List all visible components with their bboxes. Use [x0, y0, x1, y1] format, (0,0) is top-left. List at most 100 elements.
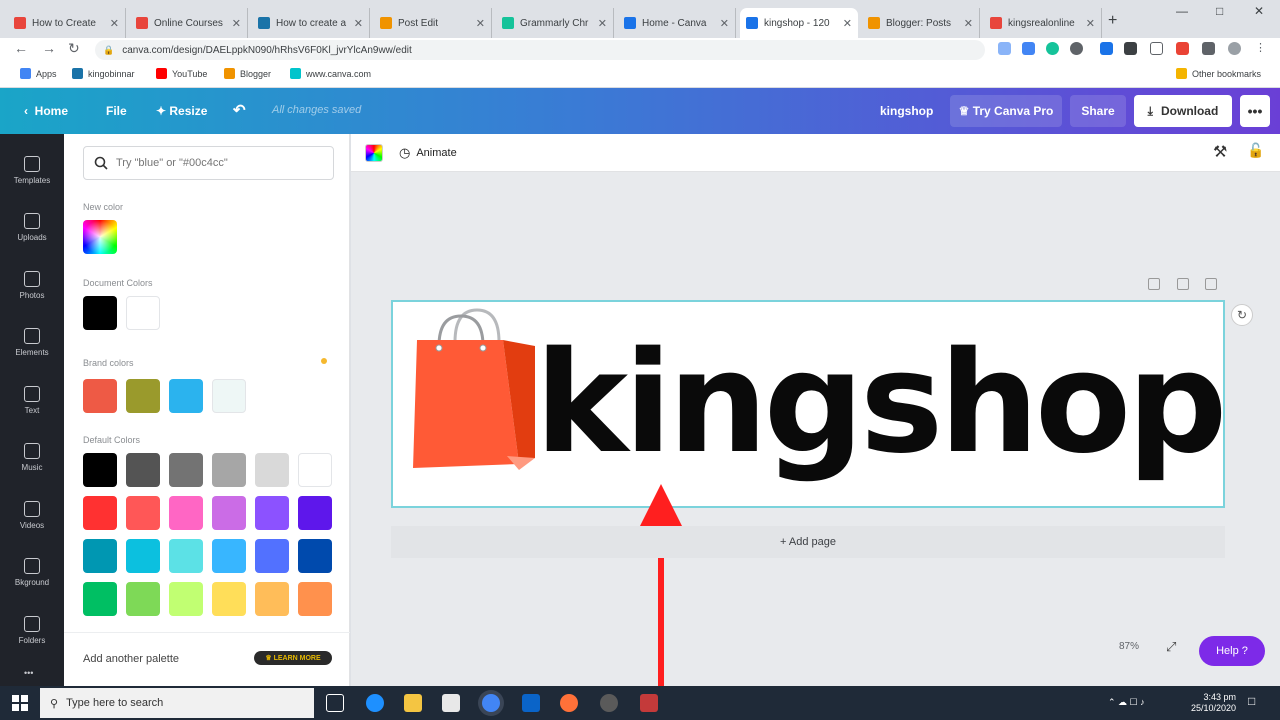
close-tab-icon[interactable]: ✕	[354, 17, 363, 30]
home-button[interactable]: ‹ Home	[24, 104, 68, 118]
mail-icon[interactable]	[522, 694, 540, 712]
browser-tab[interactable]: kingshop - 120 ✕	[740, 8, 858, 38]
undo-icon[interactable]: ↶	[233, 101, 246, 119]
animate-button[interactable]: ◷ Animate	[399, 145, 457, 161]
windows-start-icon[interactable]	[12, 695, 28, 711]
page-notes-icon[interactable]	[1148, 278, 1160, 290]
brand-color-swatch[interactable]	[169, 379, 203, 413]
sidebar-item-videos[interactable]: Videos	[0, 487, 64, 543]
default-color-swatch[interactable]	[126, 496, 160, 530]
close-tab-icon[interactable]: ✕	[476, 17, 485, 30]
menu-icon[interactable]: ⋮	[1254, 42, 1267, 55]
bookmark-item[interactable]: Blogger	[224, 68, 271, 79]
color-search-input[interactable]	[116, 157, 316, 169]
brand-color-swatch[interactable]	[83, 379, 117, 413]
new-tab-button[interactable]: +	[1108, 12, 1117, 30]
default-color-swatch[interactable]	[298, 453, 332, 487]
browser-tab[interactable]: Online Courses ✕	[130, 8, 248, 38]
store-icon[interactable]	[442, 694, 460, 712]
close-tab-icon[interactable]: ✕	[232, 17, 241, 30]
add-page-button[interactable]: + Add page	[391, 526, 1225, 558]
more-options-button[interactable]: •••	[1240, 95, 1270, 127]
share-button[interactable]: Share	[1070, 95, 1126, 127]
design-text[interactable]: kingshop	[535, 314, 1227, 494]
browser-tab[interactable]: Grammarly Chr ✕	[496, 8, 614, 38]
url-field[interactable]: 🔒 canva.com/design/DAELppkN090/hRhsV6F0K…	[95, 40, 985, 60]
resize-button[interactable]: ✦ Resize	[156, 104, 207, 118]
rotate-icon[interactable]: ↻	[1231, 304, 1253, 326]
sidebar-item-elements[interactable]: Elements	[0, 315, 64, 371]
browser-tab[interactable]: Home - Canva ✕	[618, 8, 736, 38]
sidebar-item-folders[interactable]: Folders	[0, 602, 64, 658]
other-bookmarks[interactable]: Other bookmarks	[1176, 68, 1261, 79]
close-tab-icon[interactable]: ✕	[110, 17, 119, 30]
browser-tab[interactable]: Blogger: Posts ✕	[862, 8, 980, 38]
extension-icon[interactable]	[1176, 42, 1189, 55]
learn-more-button[interactable]: ♕ LEARN MORE	[254, 651, 332, 665]
extension-icon[interactable]	[1070, 42, 1083, 55]
bookmark-item[interactable]: YouTube	[156, 68, 207, 79]
default-color-swatch[interactable]	[126, 453, 160, 487]
try-canva-pro-button[interactable]: ♕ Try Canva Pro	[950, 95, 1062, 127]
more-icon[interactable]: •••	[24, 668, 33, 678]
default-color-swatch[interactable]	[169, 453, 203, 487]
default-color-swatch[interactable]	[83, 496, 117, 530]
default-color-swatch[interactable]	[298, 496, 332, 530]
profile-avatar[interactable]	[1228, 42, 1241, 55]
add-palette-link[interactable]: Add another palette	[83, 653, 179, 665]
fullscreen-icon[interactable]: ⤢	[1166, 639, 1176, 655]
new-color-button[interactable]	[83, 220, 117, 254]
browser-tab[interactable]: kingsrealonline ✕	[984, 8, 1102, 38]
maximize-icon[interactable]: □	[1216, 4, 1223, 18]
default-color-swatch[interactable]	[255, 496, 289, 530]
default-color-swatch[interactable]	[212, 496, 246, 530]
bookmark-item[interactable]: Apps	[20, 68, 57, 79]
default-color-swatch[interactable]	[83, 453, 117, 487]
default-color-swatch[interactable]	[255, 453, 289, 487]
minimize-icon[interactable]: —	[1176, 4, 1188, 18]
default-color-swatch[interactable]	[255, 582, 289, 616]
close-window-icon[interactable]: ✕	[1254, 4, 1264, 18]
task-view-icon[interactable]	[326, 694, 344, 712]
file-explorer-icon[interactable]	[404, 694, 422, 712]
document-color-swatch[interactable]	[83, 296, 117, 330]
sidebar-item-templates[interactable]: Templates	[0, 142, 64, 198]
browser-tab[interactable]: How to Create ✕	[8, 8, 126, 38]
extension-icon[interactable]	[998, 42, 1011, 55]
default-color-swatch[interactable]	[126, 539, 160, 573]
sidebar-item-text[interactable]: Text	[0, 372, 64, 428]
clock[interactable]: 3:43 pm 25/10/2020	[1178, 692, 1236, 714]
recorder-icon[interactable]	[640, 694, 658, 712]
grammarly-icon[interactable]	[1046, 42, 1059, 55]
default-color-swatch[interactable]	[83, 539, 117, 573]
default-color-swatch[interactable]	[169, 582, 203, 616]
add-page-icon[interactable]	[1205, 278, 1217, 290]
extension-icon[interactable]	[1100, 42, 1113, 55]
default-color-swatch[interactable]	[212, 582, 246, 616]
brand-color-swatch[interactable]	[212, 379, 246, 413]
download-button[interactable]: ⤓ Download	[1134, 95, 1232, 127]
close-tab-icon[interactable]: ✕	[843, 17, 852, 30]
firefox-icon[interactable]	[560, 694, 578, 712]
reload-icon[interactable]: ↻	[68, 40, 80, 57]
file-menu[interactable]: File	[106, 104, 127, 118]
default-color-swatch[interactable]	[212, 539, 246, 573]
edge-icon[interactable]	[366, 694, 384, 712]
sidebar-item-uploads[interactable]: Uploads	[0, 200, 64, 256]
default-color-swatch[interactable]	[298, 539, 332, 573]
sidebar-item-photos[interactable]: Photos	[0, 257, 64, 313]
zoom-level[interactable]: 87%	[1119, 641, 1139, 652]
tray-icons[interactable]: ⌃ ☁ ☐ ♪	[1108, 697, 1145, 708]
bookmark-item[interactable]: kingobinnar	[72, 68, 135, 79]
notifications-icon[interactable]: □	[1248, 695, 1255, 707]
forward-icon[interactable]: →	[42, 40, 56, 56]
sidebar-item-music[interactable]: Music	[0, 430, 64, 486]
sidebar-item-bkground[interactable]: Bkground	[0, 545, 64, 601]
default-color-swatch[interactable]	[298, 582, 332, 616]
duplicate-page-icon[interactable]	[1177, 278, 1189, 290]
default-color-swatch[interactable]	[83, 582, 117, 616]
design-canvas[interactable]: kingshop	[391, 300, 1227, 508]
puzzle-icon[interactable]	[1202, 42, 1215, 55]
back-icon[interactable]: ←	[14, 40, 28, 56]
app-icon[interactable]	[600, 694, 618, 712]
